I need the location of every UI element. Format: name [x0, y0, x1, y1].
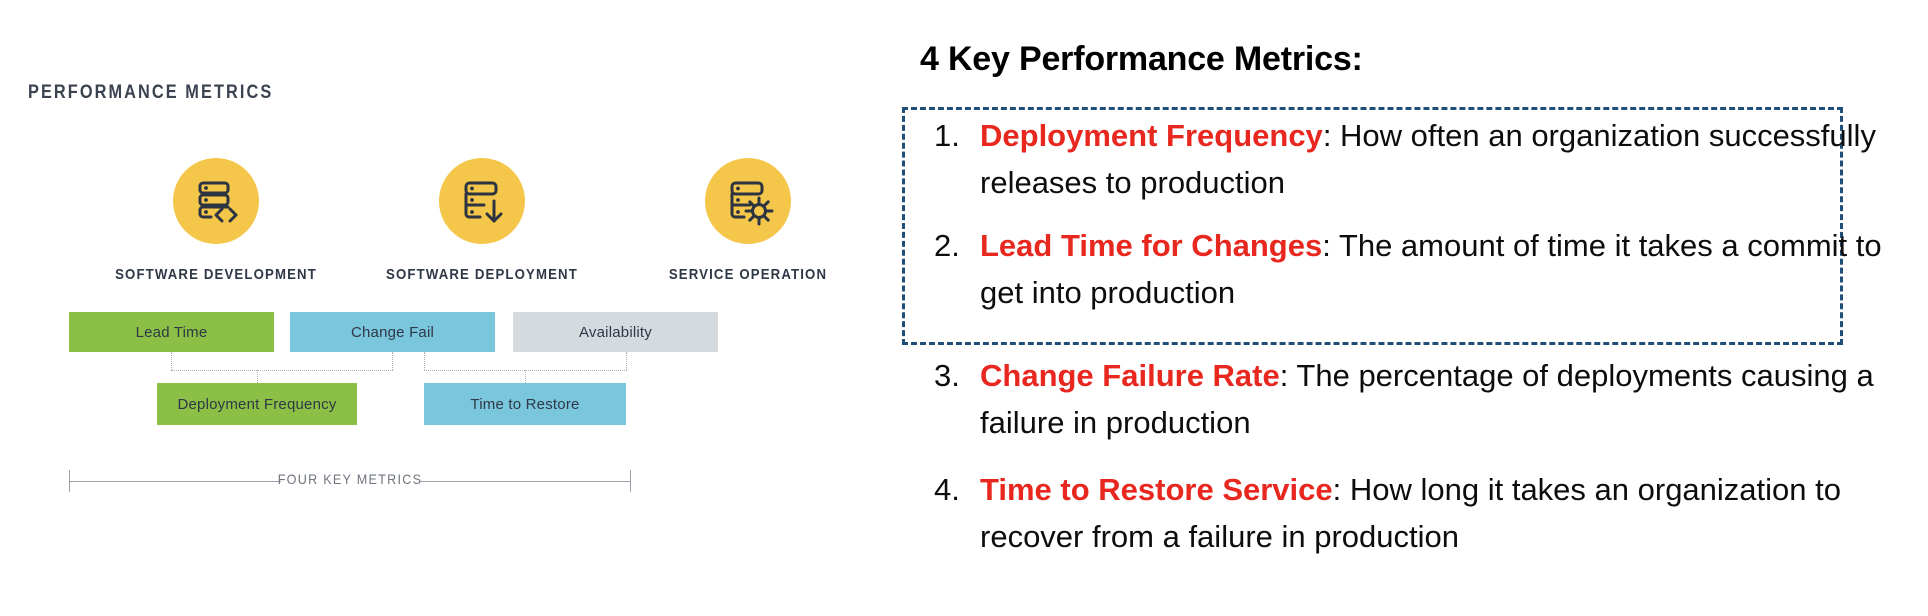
bracket-label: FOUR KEY METRICS: [277, 471, 423, 487]
server-gear-icon: [722, 175, 774, 227]
bar-label: Lead Time: [135, 323, 208, 341]
stage-service-operation: SERVICE OPERATION: [628, 158, 868, 283]
stage-label: SERVICE OPERATION: [668, 266, 828, 283]
server-download-icon: [456, 175, 508, 227]
list-item[interactable]: 2. Lead Time for Changes: The amount of …: [900, 222, 1928, 316]
performance-metrics-diagram: PERFORMANCE METRICS SOFTWARE DEVELOPMENT…: [0, 0, 900, 616]
bar-label: Change Fail: [350, 323, 435, 341]
connector-stem: [392, 352, 393, 370]
list-item-number: 1.: [934, 118, 960, 153]
list-item-term: Lead Time for Changes: [980, 228, 1323, 263]
connector-stem: [424, 352, 425, 370]
slide-root: PERFORMANCE METRICS SOFTWARE DEVELOPMENT…: [0, 0, 1928, 616]
list-item-term: Deployment Frequency: [980, 118, 1323, 153]
list-item-number: 2.: [934, 228, 960, 263]
bar-label: Deployment Frequency: [177, 395, 337, 413]
bar-time-to-restore[interactable]: Time to Restore: [424, 383, 626, 425]
list-item[interactable]: 3. Change Failure Rate: The percentage o…: [900, 352, 1928, 446]
list-item[interactable]: 1. Deployment Frequency: How often an or…: [900, 112, 1928, 206]
connector-stem: [171, 352, 172, 370]
stage-software-deployment: SOFTWARE DEPLOYMENT: [362, 158, 602, 283]
page-title: 4 Key Performance Metrics:: [920, 40, 1363, 78]
icon-badge: [173, 158, 259, 244]
bar-deployment-frequency[interactable]: Deployment Frequency: [157, 383, 357, 425]
connector-stem: [626, 352, 627, 370]
list-item-term: Time to Restore Service: [980, 472, 1333, 507]
metrics-description-panel: 4 Key Performance Metrics: 1. Deployment…: [900, 0, 1928, 616]
list-item-number: 3.: [934, 358, 960, 393]
four-key-metrics-bracket: FOUR KEY METRICS: [69, 470, 631, 498]
bar-availability[interactable]: Availability: [513, 312, 718, 352]
connector-drop: [525, 370, 526, 383]
icon-badge: [705, 158, 791, 244]
stage-label: SOFTWARE DEPLOYMENT: [386, 266, 578, 283]
connector-rail: [171, 370, 393, 371]
list-item[interactable]: 4. Time to Restore Service: How long it …: [900, 466, 1928, 560]
metrics-list: 1. Deployment Frequency: How often an or…: [900, 110, 1928, 576]
list-item-number: 4.: [934, 472, 960, 507]
bar-lead-time[interactable]: Lead Time: [69, 312, 274, 352]
panel-title: PERFORMANCE METRICS: [28, 82, 274, 103]
bar-label: Availability: [579, 323, 652, 341]
icon-badge: [439, 158, 525, 244]
bar-label: Time to Restore: [470, 395, 580, 413]
stage-label: SOFTWARE DEVELOPMENT: [115, 266, 317, 283]
connector-drop: [257, 370, 258, 383]
server-code-icon: [190, 175, 242, 227]
stage-software-development: SOFTWARE DEVELOPMENT: [96, 158, 336, 283]
bar-change-fail[interactable]: Change Fail: [290, 312, 495, 352]
list-item-term: Change Failure Rate: [980, 358, 1280, 393]
